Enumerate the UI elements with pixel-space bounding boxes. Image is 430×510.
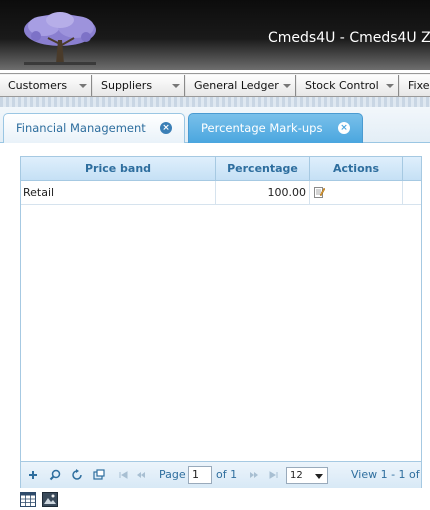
rows-per-page-select[interactable]: 12 — [286, 467, 328, 484]
search-icon[interactable] — [48, 468, 62, 482]
menu-label: Suppliers — [101, 79, 153, 92]
menu-label: Customers — [8, 79, 68, 92]
view-icon[interactable] — [92, 468, 106, 482]
grid-header: Price band Percentage Actions — [21, 157, 421, 181]
tree-logo — [24, 12, 96, 65]
markup-grid: Price band Percentage Actions Retail 100… — [20, 156, 422, 488]
image-icon[interactable] — [42, 492, 58, 507]
chevron-down-icon — [386, 84, 394, 88]
chevron-down-icon — [315, 474, 323, 479]
menu-general-ledger[interactable]: General Ledger — [186, 75, 296, 96]
page-label: Page — [159, 468, 186, 481]
app-title: Cmeds4U - Cmeds4U Zim — [268, 30, 430, 46]
column-header-percentage[interactable]: Percentage — [216, 157, 310, 181]
menu-suppliers[interactable]: Suppliers — [93, 75, 185, 96]
first-page-icon[interactable] — [116, 468, 130, 482]
column-header-actions[interactable]: Actions — [310, 157, 403, 181]
grid-pager: Page 1 of 1 12 View 1 - 1 of — [21, 461, 421, 488]
plus-icon[interactable] — [26, 468, 40, 482]
menu-stock-control[interactable]: Stock Control — [297, 75, 399, 96]
tab-financial-management[interactable]: Financial Management × — [3, 113, 185, 143]
close-icon[interactable]: × — [338, 122, 350, 134]
page-count-label: of 1 — [216, 468, 238, 481]
menu-customers[interactable]: Customers — [0, 75, 92, 96]
edit-icon[interactable] — [314, 186, 325, 198]
page-number-input[interactable]: 1 — [188, 466, 212, 484]
menu-label: General Ledger — [194, 79, 279, 92]
spreadsheet-icon[interactable] — [20, 492, 36, 507]
menu-fixed-assets[interactable]: Fixed — [400, 75, 430, 96]
chevron-down-icon — [172, 84, 180, 88]
refresh-icon[interactable] — [70, 468, 84, 482]
main-menu-bar: Customers Suppliers General Ledger Stock… — [0, 73, 430, 97]
table-row[interactable]: Retail 100.00 — [21, 181, 421, 205]
tab-label: Percentage Mark-ups — [201, 121, 323, 135]
cell-percentage: 100.00 — [216, 181, 310, 204]
menu-label: Stock Control — [305, 79, 379, 92]
column-header-price-band[interactable]: Price band — [21, 157, 216, 181]
view-records-text: View 1 - 1 of — [351, 468, 420, 481]
chevron-down-icon — [283, 84, 291, 88]
chevron-down-icon — [79, 84, 87, 88]
toolbar-strip — [0, 97, 430, 107]
app-header: Cmeds4U - Cmeds4U Zim — [0, 0, 430, 70]
last-page-icon[interactable] — [267, 468, 281, 482]
cell-price-band: Retail — [21, 181, 216, 204]
close-icon[interactable]: × — [160, 122, 172, 134]
next-page-icon[interactable] — [247, 468, 261, 482]
cell-actions — [310, 181, 403, 204]
tab-label: Financial Management — [16, 121, 146, 135]
menu-label: Fixed — [408, 79, 430, 92]
tab-percentage-markups[interactable]: Percentage Mark-ups × — [188, 113, 363, 143]
prev-page-icon[interactable] — [134, 468, 148, 482]
rows-per-page-value: 12 — [290, 470, 303, 481]
